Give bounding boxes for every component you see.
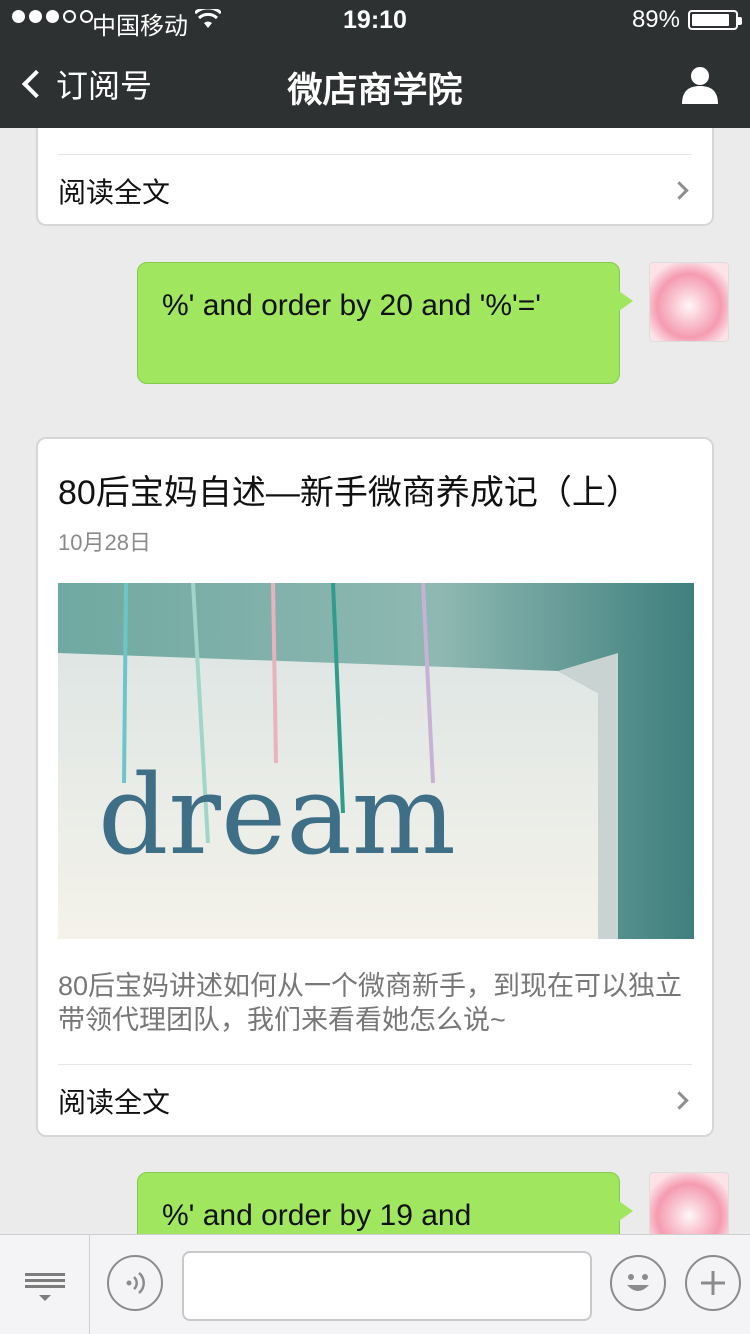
user-icon[interactable] — [680, 64, 720, 104]
back-chevron-icon — [21, 69, 51, 99]
chevron-right-icon — [670, 1091, 689, 1110]
message-text: %' and order by 20 and '%'=' — [162, 289, 541, 322]
avatar[interactable] — [649, 262, 729, 342]
article-cover-image: dream — [58, 583, 694, 939]
cover-image-text: dream — [98, 751, 456, 879]
emoji-button[interactable] — [610, 1255, 666, 1311]
message-bubble[interactable]: %' and order by 20 and '%'=' — [137, 262, 633, 384]
read-more-label: 阅读全文 — [58, 1086, 171, 1118]
back-label: 订阅号 — [56, 68, 153, 104]
article-date: 10月28日 — [58, 530, 151, 555]
read-more-row[interactable]: 阅读全文 — [58, 1064, 692, 1136]
menu-icon — [24, 1270, 65, 1291]
back-button[interactable]: 订阅号 — [18, 62, 152, 106]
emoji-icon — [627, 1274, 649, 1291]
battery-percentage: 89% — [631, 6, 680, 33]
read-more-label: 阅读全文 — [58, 176, 171, 208]
article-card-previous: 阅读全文 — [36, 128, 714, 226]
article-title: 80后宝妈自述—新手微商养成记（上） — [58, 474, 640, 512]
voice-icon — [126, 1272, 145, 1294]
add-button[interactable] — [685, 1255, 741, 1311]
input-toolbar — [0, 1234, 750, 1334]
article-card[interactable]: 80后宝妈自述—新手微商养成记（上） 10月28日 dream 80后宝妈讲述如… — [36, 437, 714, 1137]
chat-content[interactable]: 阅读全文 %' and order by 20 and '%'=' 80后宝妈自… — [0, 128, 750, 1234]
chevron-right-icon — [670, 181, 689, 200]
message-text: %' and order by 19 and — [162, 1199, 472, 1232]
menu-button[interactable] — [0, 1235, 90, 1334]
battery-icon — [688, 10, 742, 30]
article-description: 80后宝妈讲述如何从一个微商新手，到现在可以独立带领代理团队，我们来看看她怎么说… — [58, 971, 683, 1035]
avatar[interactable] — [649, 1172, 729, 1234]
voice-button[interactable] — [107, 1255, 163, 1311]
plus-icon — [701, 1271, 725, 1295]
message-input[interactable] — [182, 1251, 592, 1321]
read-more-row[interactable]: 阅读全文 — [58, 154, 692, 226]
top-bar: 中国移动 19:10 89% 订阅号 微店商学院 — [0, 0, 750, 128]
status-bar: 中国移动 19:10 89% — [0, 0, 750, 40]
message-bubble[interactable]: %' and order by 19 and — [137, 1172, 633, 1234]
